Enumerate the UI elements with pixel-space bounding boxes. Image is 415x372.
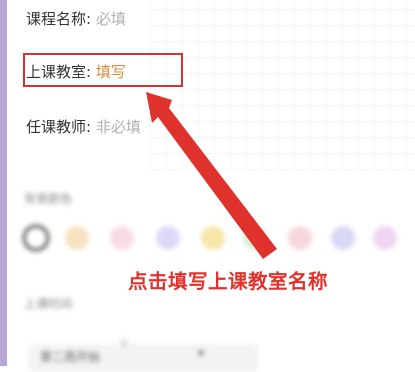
annotation-arrow-icon	[146, 92, 277, 259]
annotation-text: 点击填写上课教室名称	[128, 270, 329, 293]
